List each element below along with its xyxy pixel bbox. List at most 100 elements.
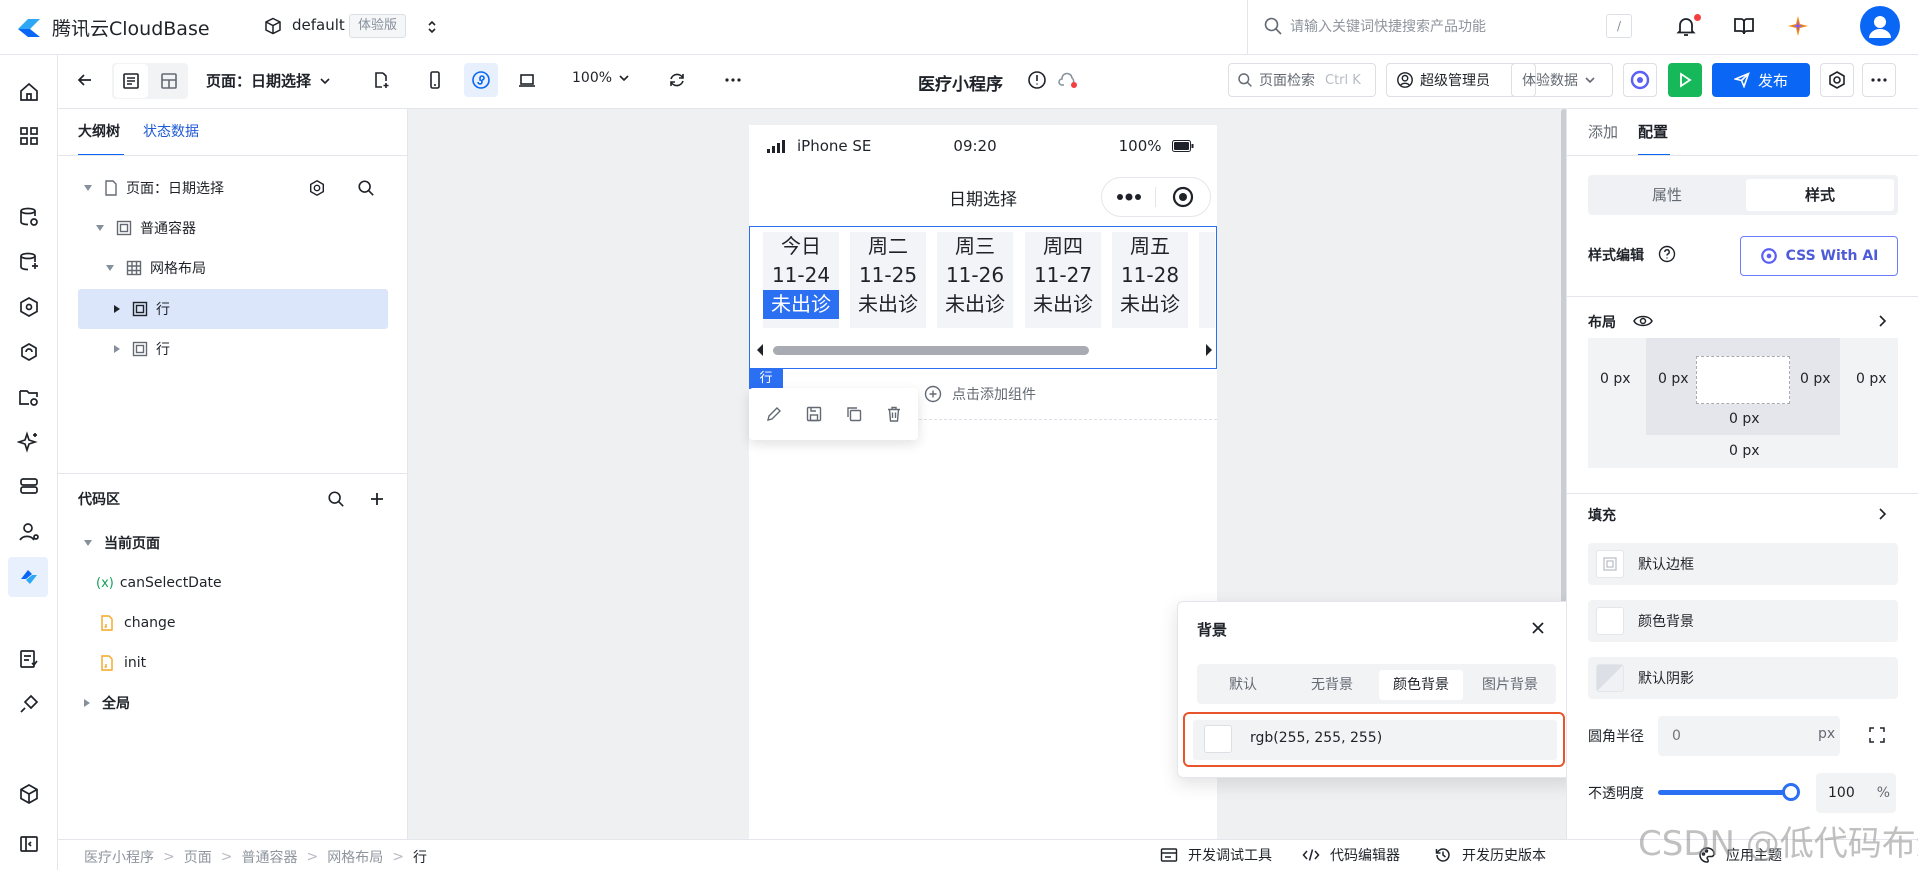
help-circle-icon[interactable] [1658,245,1676,263]
layout-view-icon[interactable] [152,64,186,98]
tab-add[interactable]: 添加 [1588,121,1618,142]
tree-node-container[interactable]: 普通容器 [96,208,196,248]
add-code-icon[interactable] [368,490,386,508]
segment-properties[interactable]: 属性 [1592,179,1742,211]
run-preview-button[interactable] [1668,63,1702,97]
tab-outline-tree[interactable]: 大纲树 [78,121,120,141]
day-card[interactable]: 周三 11-26 未出诊 [937,232,1013,328]
bg-tab-none[interactable]: 无背景 [1290,670,1374,700]
more-dots-icon[interactable] [1116,192,1142,202]
tree-node-row[interactable]: 行 [114,329,170,369]
opacity-input[interactable]: 100 % [1816,773,1896,813]
eye-icon[interactable] [1633,313,1653,329]
database-icon[interactable] [17,205,41,229]
debug-tool-button[interactable]: 开发调试工具 [1160,845,1272,865]
user-settings-icon[interactable] [17,520,41,544]
code-group-current-page[interactable]: 当前页面 [84,523,160,563]
data-model-icon[interactable] [17,250,41,274]
env-name[interactable]: default [292,16,345,34]
color-value-text[interactable]: rgb(255, 255, 255) [1250,730,1382,746]
tab-state-data[interactable]: 状态数据 [143,121,199,141]
tree-search-icon[interactable] [357,179,375,197]
book-icon[interactable] [1733,15,1755,37]
segment-style[interactable]: 样式 [1746,179,1894,211]
date-scroller[interactable]: 今日 11-24 未出诊 周二 11-25 未出诊 周三 11-26 未出诊 周… [749,232,1215,328]
more-icon[interactable] [1862,63,1896,97]
edit-pencil-icon[interactable] [765,405,783,423]
close-icon[interactable] [1530,620,1546,636]
collapse-sidebar-icon[interactable] [17,832,41,856]
code-editor-button[interactable]: 代码编辑器 [1302,845,1400,865]
caret-right-icon[interactable] [114,305,120,313]
user-avatar[interactable] [1860,6,1900,46]
tab-config[interactable]: 配置 [1638,121,1668,142]
data-mode-selector[interactable]: 体验数据 [1511,63,1613,97]
delete-trash-icon[interactable] [885,405,903,423]
margin-bottom-value[interactable]: 0 px [1729,443,1760,459]
more-icon[interactable] [716,63,750,97]
caret-down-icon[interactable] [84,185,92,191]
caret-right-icon[interactable] [114,345,120,353]
ai-spark-icon[interactable] [17,430,41,454]
info-icon[interactable] [1020,63,1054,97]
page-search-button[interactable]: 页面检索 Ctrl K [1228,63,1376,97]
chevron-updown-icon[interactable] [426,18,438,36]
radius-input[interactable] [1658,716,1840,756]
brand-title[interactable]: 腾讯云CloudBase [52,14,210,41]
code-search-icon[interactable] [327,490,345,508]
breadcrumb-item[interactable]: 页面 [184,847,212,867]
color-swatch[interactable] [1204,725,1232,753]
fill-row-border[interactable]: 默认边框 [1588,543,1898,585]
settings-gear-icon[interactable] [308,179,326,197]
day-card[interactable]: 周四 11-27 未出诊 [1025,232,1101,328]
caret-right-icon[interactable] [84,699,90,707]
cloud-status-icon[interactable] [1052,63,1086,97]
ai-sparkle-icon[interactable] [1786,14,1810,38]
fill-row-background[interactable]: 颜色背景 [1588,600,1898,642]
breadcrumb-item[interactable]: 医疗小程序 [84,847,154,867]
code-group-global[interactable]: 全局 [84,683,130,723]
cube-outline-icon[interactable] [17,782,41,806]
zoom-selector[interactable]: 100% [572,70,630,86]
chevron-right-icon[interactable] [1876,314,1888,328]
settings-gear-icon[interactable] [1820,63,1854,97]
folder-cloud-icon[interactable] [17,385,41,409]
close-target-icon[interactable] [1172,186,1194,208]
day-card[interactable]: 周 1 未 [1199,232,1215,328]
history-button[interactable]: 开发历史版本 [1434,845,1546,865]
tree-node-row-selected[interactable]: 行 [114,289,170,329]
page-view-icon[interactable] [114,64,148,98]
miniprogram-device-icon[interactable] [464,63,498,97]
css-with-ai-button[interactable]: CSS With AI [1740,236,1898,276]
caret-down-icon[interactable] [84,540,92,546]
padding-bottom-value[interactable]: 0 px [1729,411,1760,427]
code-item-variable[interactable]: (x) canSelectDate [96,563,222,603]
hexagon-icon[interactable] [17,295,41,319]
chevron-right-icon[interactable] [1876,507,1888,521]
add-component-button[interactable]: 点击添加组件 [924,384,1036,404]
breadcrumb-item-current[interactable]: 行 [413,847,427,867]
margin-right-value[interactable]: 0 px [1856,371,1887,387]
padding-right-value[interactable]: 0 px [1800,371,1831,387]
scroll-right-arrow-icon[interactable] [1204,343,1214,357]
opacity-slider-handle[interactable] [1782,783,1800,801]
breadcrumb-item[interactable]: 普通容器 [241,847,297,867]
bg-tab-image[interactable]: 图片背景 [1468,670,1552,700]
laptop-device-icon[interactable] [510,63,544,97]
mobile-device-icon[interactable] [418,63,452,97]
copy-icon[interactable] [845,405,863,423]
scroll-left-arrow-icon[interactable] [755,343,765,357]
apps-grid-icon[interactable] [17,124,41,148]
breadcrumb-item[interactable]: 网格布局 [327,847,383,867]
day-card[interactable]: 周二 11-25 未出诊 [850,232,926,328]
back-arrow-icon[interactable] [68,63,102,97]
bg-tab-color[interactable]: 颜色背景 [1379,670,1463,700]
plugin-icon[interactable] [17,692,41,716]
padding-left-value[interactable]: 0 px [1658,371,1689,387]
day-card[interactable]: 周五 11-28 未出诊 [1112,232,1188,328]
expand-corners-icon[interactable] [1868,726,1886,744]
caret-down-icon[interactable] [96,225,104,231]
storage-icon[interactable] [17,474,41,498]
tree-node-page[interactable]: 页面：日期选择 [84,168,384,208]
code-item-js[interactable]: init [100,643,146,683]
